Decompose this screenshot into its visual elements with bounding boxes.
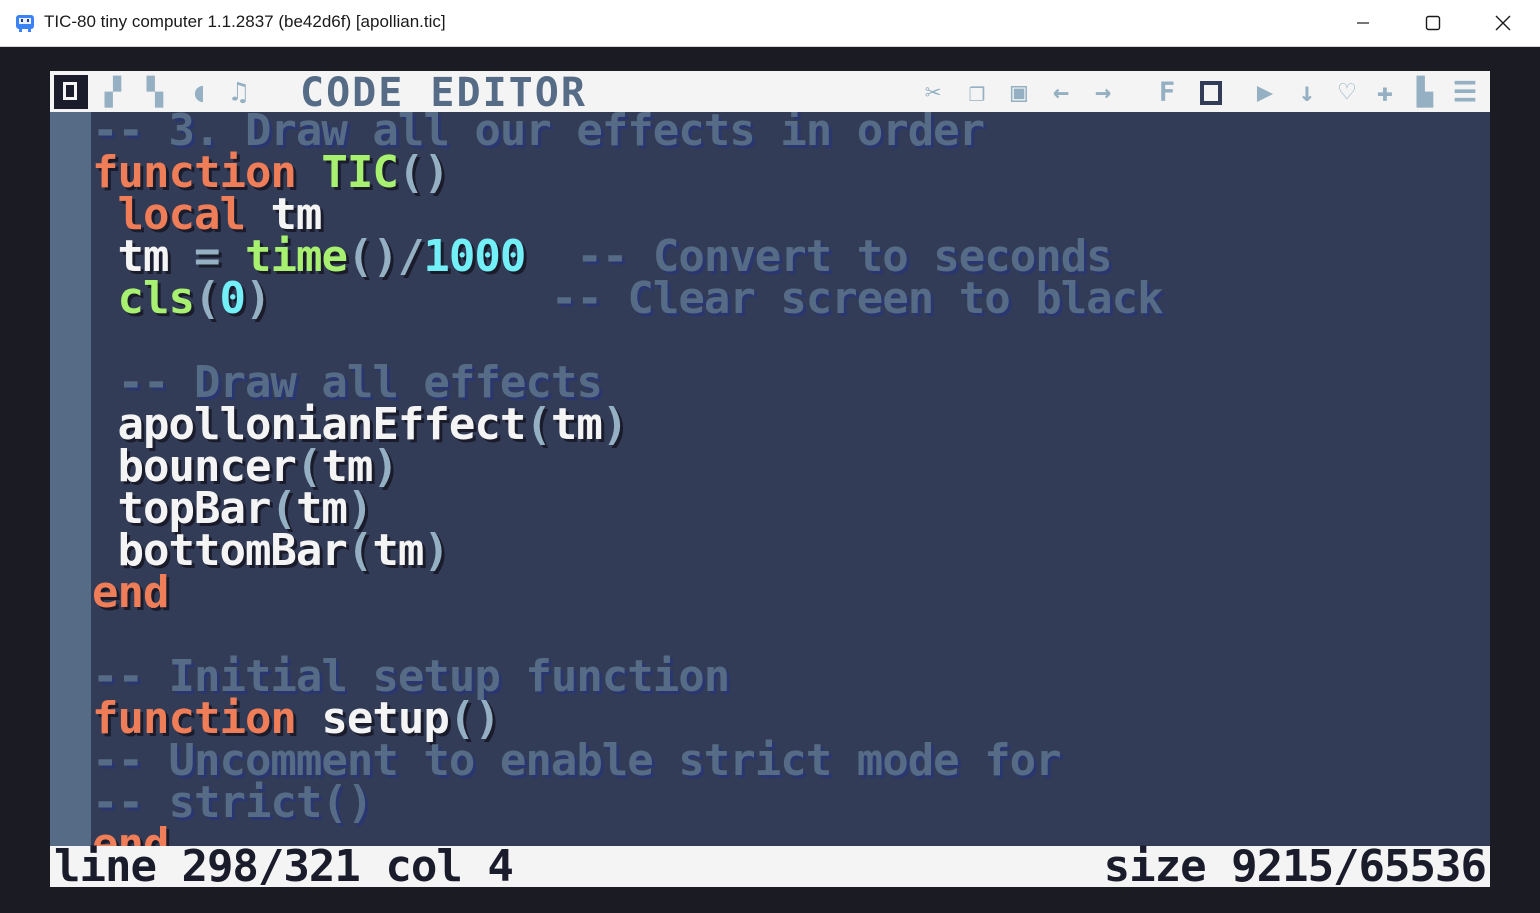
maximize-icon <box>1425 15 1441 31</box>
close-icon <box>1495 15 1511 31</box>
code-line: -- Uncomment to enable strict mode for <box>92 739 1062 783</box>
line-gutter <box>50 112 91 846</box>
window-title-bar: TIC-80 tiny computer 1.1.2837 (be42d6f) … <box>0 0 1540 47</box>
col-indicator: col 4 <box>385 841 513 888</box>
status-bar: line 298/321 col 4 size 9215/65536 <box>50 841 1490 888</box>
editor-toolbar: ▞ ▚ ◖ ♫ CODE EDITOR ✂ ❐ ▣ ← → F ▶ ↓ ♡ ✚ … <box>50 71 1490 116</box>
menu-icon[interactable]: ☰ <box>1448 79 1482 107</box>
editor-mode-title: CODE EDITOR <box>300 71 587 116</box>
run-icon[interactable]: ▶ <box>1248 79 1282 107</box>
code-line: bottomBar(tm) <box>92 529 449 573</box>
goto-icon[interactable]: ↓ <box>1290 79 1324 107</box>
code-token: end <box>92 567 169 618</box>
outline-icon[interactable] <box>1200 81 1222 105</box>
code-token: 0 <box>219 273 245 324</box>
code-line: -- Initial setup function <box>92 655 730 699</box>
code-line: -- strict() <box>92 781 373 825</box>
code-token: TIC <box>321 147 398 198</box>
copy-icon[interactable]: ❐ <box>960 79 994 107</box>
size-indicator: size 9215/65536 <box>1103 841 1487 888</box>
code-token: ) <box>601 399 628 450</box>
code-line: tm = time()/1000 -- Convert to seconds <box>92 235 1112 279</box>
code-line: apollonianEffect(tm) <box>92 403 628 447</box>
tic80-screen: ▞ ▚ ◖ ♫ CODE EDITOR ✂ ❐ ▣ ← → F ▶ ↓ ♡ ✚ … <box>50 71 1490 887</box>
code-token: ( <box>346 525 373 576</box>
code-token: tm <box>550 399 603 450</box>
minimize-icon <box>1357 22 1369 24</box>
undo-icon[interactable]: ← <box>1044 79 1078 107</box>
code-line: function setup() <box>92 697 501 741</box>
paste-icon[interactable]: ▣ <box>1002 79 1036 107</box>
code-line: topBar(tm) <box>92 487 373 531</box>
line-indicator: line 298/321 <box>54 841 361 888</box>
code-area[interactable]: -- 3. Draw all our effects in order funct… <box>92 112 1490 846</box>
map-tab-icon[interactable]: ▚ <box>138 79 172 107</box>
sprite-tab-icon[interactable]: ▞ <box>96 79 130 107</box>
music-tab-icon[interactable]: ♫ <box>222 79 256 107</box>
code-token: ( <box>193 273 220 324</box>
close-button[interactable] <box>1468 0 1538 46</box>
code-line: -- Draw all effects <box>92 361 602 405</box>
code-line: cls(0) -- Clear screen to black <box>92 277 1164 321</box>
code-line: -- 3. Draw all our effects in order <box>92 112 985 153</box>
code-line: end <box>92 571 169 615</box>
code-line: function TIC() <box>92 151 450 195</box>
window-title: TIC-80 tiny computer 1.1.2837 (be42d6f) … <box>44 12 446 31</box>
code-token: cls <box>117 273 195 324</box>
code-line: bouncer(tm) <box>92 445 398 489</box>
code-token: () <box>397 147 450 198</box>
code-token: ) <box>244 273 271 324</box>
tic80-robot-icon <box>16 15 34 32</box>
code-token: ( <box>525 399 551 450</box>
code-token: -- Clear screen to black <box>550 273 1164 324</box>
code-token: ) <box>372 441 398 492</box>
code-line: local tm <box>92 193 323 237</box>
add-icon[interactable]: ✚ <box>1368 79 1402 107</box>
minimize-button[interactable] <box>1328 0 1398 46</box>
maximize-button[interactable] <box>1398 0 1468 46</box>
find-icon[interactable]: F <box>1150 79 1184 107</box>
redo-icon[interactable]: → <box>1086 79 1120 107</box>
code-token: ) <box>423 525 449 576</box>
mark-icon[interactable]: ▙ <box>1408 79 1442 107</box>
cut-icon[interactable]: ✂ <box>916 79 950 107</box>
bookmark-icon[interactable]: ♡ <box>1330 79 1364 107</box>
sfx-tab-icon[interactable]: ◖ <box>182 79 216 107</box>
code-tab-icon[interactable] <box>54 75 88 109</box>
code-token: tm <box>372 525 424 576</box>
